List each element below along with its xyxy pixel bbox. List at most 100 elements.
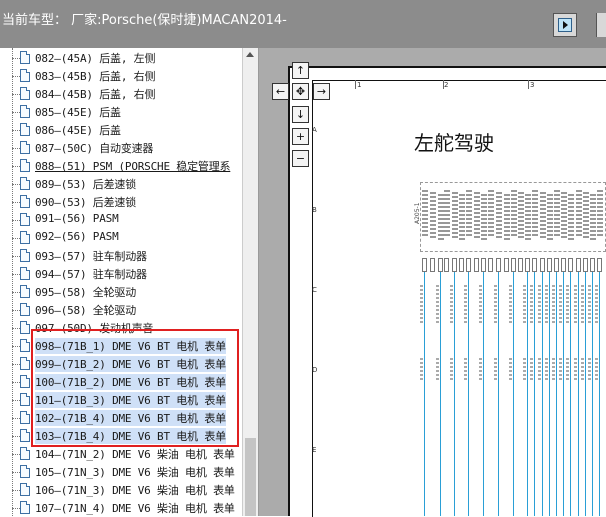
tree-item[interactable]: 083—(45B) 后盖, 右侧 — [0, 67, 242, 85]
wire-label — [566, 358, 569, 380]
tree-item[interactable]: 094—(57) 驻车制动器 — [0, 265, 242, 283]
tree-item[interactable]: 107—(71N_4) DME V6 柴油 电机 表单 — [0, 499, 242, 516]
pin-label — [561, 192, 567, 240]
pin-label — [518, 192, 524, 240]
column-number: 1 — [357, 81, 362, 89]
pan-left-button[interactable]: ← — [272, 83, 289, 100]
pin-box — [466, 258, 471, 272]
wire-label — [464, 358, 467, 380]
document-icon — [20, 393, 30, 406]
wire-label — [420, 358, 423, 380]
tree-item[interactable]: 088—(51) PSM (PORSCHE 稳定管理系 — [0, 157, 242, 175]
tree-item[interactable]: 095—(58) 全轮驱动 — [0, 283, 242, 301]
document-icon — [20, 321, 30, 334]
tree-connector — [12, 274, 20, 275]
wire-line — [556, 272, 557, 516]
wire-label — [523, 358, 526, 380]
pin-label — [540, 192, 546, 240]
highlight-annotation — [31, 329, 239, 447]
wire-label — [530, 285, 533, 325]
play-button[interactable] — [553, 13, 577, 37]
pan-center-button[interactable]: ✥ — [292, 83, 309, 100]
row-letter: A — [312, 126, 317, 134]
wire-label — [479, 358, 482, 380]
pin-label — [525, 194, 531, 242]
tree-item[interactable]: 092—(56) PASM — [0, 229, 242, 247]
wire-label — [450, 358, 453, 380]
pin-box — [532, 258, 537, 272]
wire-label — [574, 358, 577, 380]
pin-label — [511, 190, 517, 238]
tree-item-label: 087—(50C) 自动变速器 — [35, 142, 154, 155]
pan-right-button[interactable]: → — [313, 83, 330, 100]
tree-item[interactable]: 082—(45A) 后盖, 左侧 — [0, 49, 242, 67]
document-icon — [20, 501, 30, 514]
pin-label — [504, 194, 510, 242]
wire-line — [578, 272, 579, 516]
tree-connector — [12, 112, 20, 113]
wire-label — [559, 358, 562, 380]
wire-label — [552, 285, 555, 325]
tree-connector — [12, 220, 20, 221]
document-icon — [20, 339, 30, 352]
tree-item[interactable]: 090—(53) 后差速锁 — [0, 193, 242, 211]
wire-line — [468, 272, 469, 516]
pin-box — [568, 258, 573, 272]
row-letter: B — [312, 206, 317, 214]
document-icon — [20, 411, 30, 424]
side-button[interactable] — [596, 13, 606, 37]
wire-label — [588, 285, 591, 325]
tree-item[interactable]: 093—(57) 驻车制动器 — [0, 247, 242, 265]
tree-item[interactable]: 085—(45E) 后盖 — [0, 103, 242, 121]
pin-box — [430, 258, 435, 272]
pin-label — [459, 194, 465, 242]
zoom-in-button[interactable]: + — [292, 128, 309, 145]
tree-connector — [12, 130, 20, 131]
document-icon — [20, 375, 30, 388]
pin-label — [430, 192, 436, 240]
tree-scrollbar[interactable] — [242, 48, 258, 516]
scroll-thumb[interactable] — [245, 438, 256, 516]
tree-item-label: 105—(71N_3) DME V6 柴油 电机 表单 — [35, 466, 235, 479]
tree-item-label: 090—(53) 后差速锁 — [35, 196, 137, 209]
tree-connector — [12, 238, 20, 239]
pin-label — [597, 190, 603, 238]
document-icon — [20, 51, 30, 64]
pin-box — [504, 258, 509, 272]
tree-item[interactable]: 106—(71N_3) DME V6 柴油 电机 表单 — [0, 481, 242, 499]
tree-item[interactable]: 087—(50C) 自动变速器 — [0, 139, 242, 157]
tree-item[interactable]: 091—(56) PASM — [0, 211, 242, 229]
pin-label — [583, 192, 589, 240]
tree-item[interactable]: 089—(53) 后差速锁 — [0, 175, 242, 193]
pin-label — [496, 192, 502, 240]
tree-connector — [12, 508, 20, 509]
pan-down-button[interactable]: ↓ — [292, 106, 309, 123]
wire-label — [436, 358, 439, 380]
wire-label — [595, 285, 598, 325]
zoom-out-button[interactable]: − — [292, 150, 309, 167]
pin-label — [481, 194, 487, 242]
tree-connector — [12, 418, 20, 419]
document-icon — [20, 123, 30, 136]
tree-item[interactable]: 086—(45E) 后盖 — [0, 121, 242, 139]
wire-line — [563, 272, 564, 516]
pin-label — [452, 192, 458, 240]
wire-label — [581, 358, 584, 380]
wire-label — [538, 285, 541, 325]
pin-label — [532, 190, 538, 238]
tree-connector — [12, 166, 20, 167]
tree-item[interactable]: 104—(71N_2) DME V6 柴油 电机 表单 — [0, 445, 242, 463]
tree-item[interactable]: 105—(71N_3) DME V6 柴油 电机 表单 — [0, 463, 242, 481]
scroll-up-arrow-icon[interactable] — [246, 52, 254, 57]
wire-line — [542, 272, 543, 516]
wire-label — [581, 285, 584, 325]
tree-item[interactable]: 084—(45B) 后盖, 右侧 — [0, 85, 242, 103]
wire-label — [436, 285, 439, 325]
document-icon — [20, 429, 30, 442]
wire-label — [530, 358, 533, 380]
tree-item[interactable]: 096—(58) 全轮驱动 — [0, 301, 242, 319]
tree-connector — [12, 184, 20, 185]
pan-up-button[interactable]: ↑ — [292, 62, 309, 79]
pin-box — [452, 258, 457, 272]
wire-line — [527, 272, 528, 516]
